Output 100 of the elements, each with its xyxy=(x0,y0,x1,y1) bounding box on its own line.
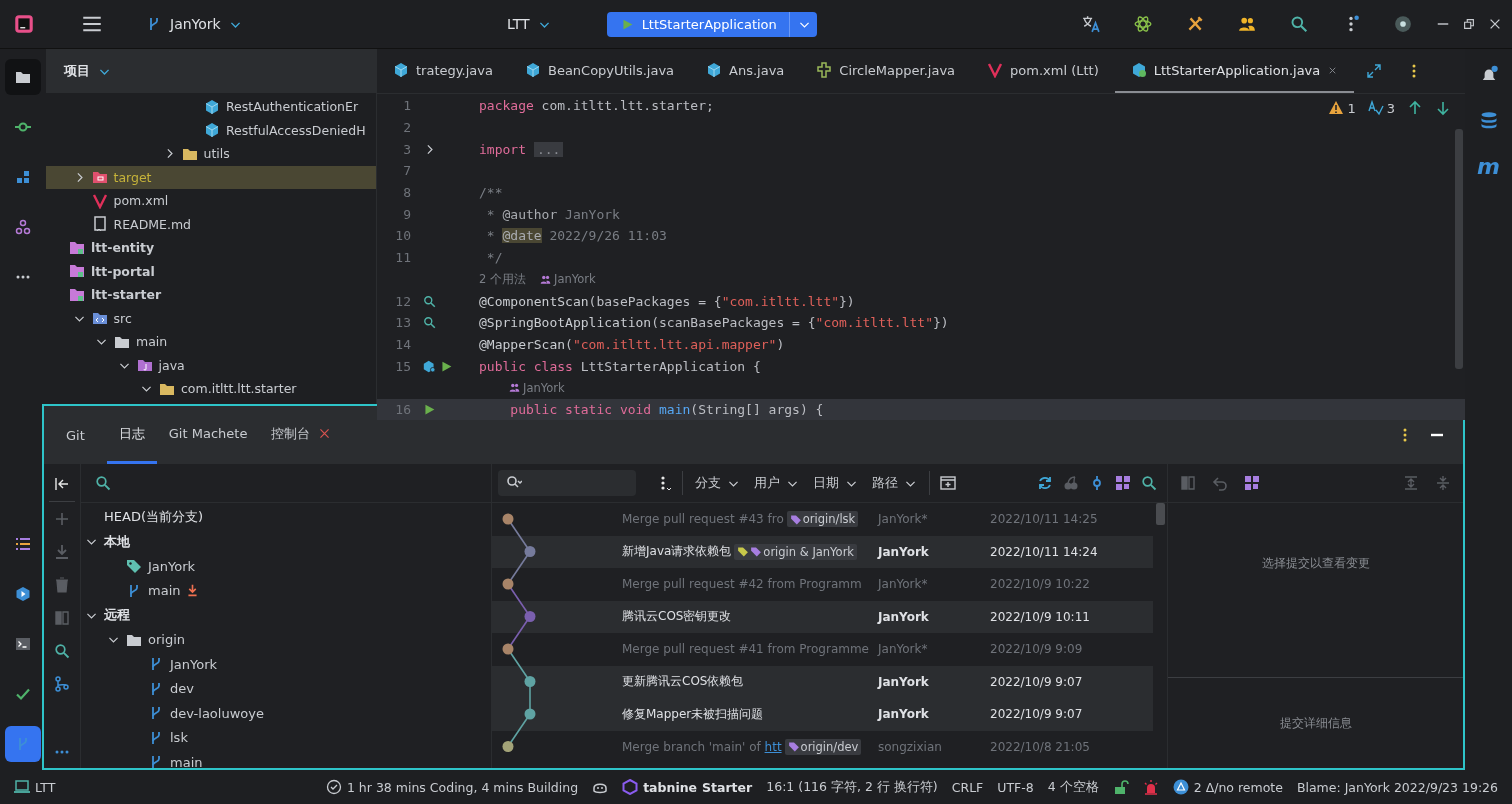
compare-icon[interactable] xyxy=(1180,475,1196,491)
tree-item[interactable]: pom.xml xyxy=(46,189,376,213)
refresh-icon[interactable] xyxy=(1037,475,1053,491)
file-encoding[interactable]: UTF-8 xyxy=(997,779,1034,795)
download-icon[interactable] xyxy=(54,544,70,560)
commit-row[interactable]: Merge pull request #42 from Programm JanYork* 2022/10/9 10:22 xyxy=(492,568,1153,601)
tree-item[interactable]: ltt-starter xyxy=(46,283,376,307)
expand-all-icon[interactable] xyxy=(1403,475,1419,491)
restore-icon[interactable] xyxy=(1462,17,1476,31)
compare-icon[interactable] xyxy=(54,610,70,626)
commit-row[interactable]: Merge branch 'main' of htt origin/dev songzixian 2022/10/8 21:05 xyxy=(492,730,1153,763)
typo-count[interactable]: 3 xyxy=(1367,100,1395,116)
branch-tree-item[interactable]: JanYork xyxy=(81,554,491,579)
tree-item[interactable]: main xyxy=(46,330,376,354)
tree-item[interactable]: RestAuthenticationEr xyxy=(46,95,376,119)
author-hint[interactable]: JanYork xyxy=(509,380,565,395)
grid-icon[interactable] xyxy=(1115,475,1131,491)
commit-node[interactable] xyxy=(524,546,536,557)
search-icon[interactable] xyxy=(423,294,436,308)
usages-hint[interactable]: 2 个用法 xyxy=(479,271,526,287)
commit-node[interactable] xyxy=(502,578,514,590)
branch-tree-item[interactable]: lsk xyxy=(81,725,491,750)
time-tracking[interactable]: 1 hr 38 mins Coding, 4 mins Building xyxy=(325,779,579,795)
line-separator[interactable]: CRLF xyxy=(951,779,984,795)
arrow-down-icon[interactable] xyxy=(1435,100,1451,116)
link[interactable]: htt xyxy=(764,739,782,754)
editor-tab[interactable]: CircleMapper.java xyxy=(800,49,972,93)
branch-tree-item[interactable]: origin xyxy=(81,627,491,652)
commit-row[interactable]: Merge pull request #43 fro origin/lsk JanYork* 2022/10/11 14:25 xyxy=(492,503,1153,536)
branch-tree-item[interactable]: 远程 xyxy=(81,603,491,628)
maven-button[interactable]: m xyxy=(1477,157,1500,177)
commit-row[interactable]: 新增Java请求依赖包 origin & JanYork JanYork 2022/10/11 14:24 xyxy=(492,535,1153,568)
indent-setting[interactable]: 4 个空格 xyxy=(1047,778,1099,796)
search-icon[interactable] xyxy=(1290,15,1308,33)
cherry-icon[interactable] xyxy=(1063,475,1079,491)
commit-row[interactable]: 更新腾讯云COS依赖包 JanYork 2022/10/9 9:07 xyxy=(492,665,1153,698)
branch-selector[interactable]: JanYork xyxy=(140,12,248,36)
project-indicator[interactable]: LTT xyxy=(14,779,56,795)
arrow-up-icon[interactable] xyxy=(1407,100,1423,116)
git-tab[interactable]: Git Machete xyxy=(156,406,260,464)
commit-node[interactable] xyxy=(524,676,536,687)
editor-tab[interactable]: Ans.java xyxy=(690,49,801,93)
close-icon[interactable] xyxy=(1488,17,1502,31)
tool-window-button[interactable] xyxy=(5,59,41,95)
filter-dropdown[interactable]: 日期 xyxy=(811,472,860,494)
run-icon[interactable] xyxy=(423,402,436,416)
branch-tree-item[interactable]: main xyxy=(81,578,491,603)
atom-icon[interactable] xyxy=(1134,15,1152,33)
cursor-position[interactable]: 16:1 (116 字符, 2 行 换行符) xyxy=(766,778,938,796)
editor-tab[interactable]: BeanCopyUtils.java xyxy=(508,49,691,93)
tree-item[interactable]: utils xyxy=(46,142,376,166)
branch-tree-item[interactable]: main xyxy=(81,750,491,775)
tools-icon[interactable] xyxy=(1186,15,1204,33)
editor-tab[interactable]: pom.xml (Ltt) xyxy=(971,49,1115,93)
tree-item[interactable]: RestfulAccessDeniedH xyxy=(46,118,376,142)
branch-tree-item[interactable]: HEAD(当前分支) xyxy=(81,505,491,530)
scrollbar-thumb[interactable] xyxy=(1455,129,1463,369)
tree-item[interactable]: target xyxy=(46,165,376,189)
unlock-icon[interactable] xyxy=(1112,779,1129,795)
translate-icon[interactable] xyxy=(1082,15,1100,33)
editor-tab[interactable]: trategy.java xyxy=(377,49,509,93)
record-icon[interactable] xyxy=(1394,15,1412,33)
alarm-icon[interactable] xyxy=(1142,779,1159,795)
run-configuration-button[interactable]: LttStarterApplication xyxy=(606,11,817,37)
tree-item[interactable]: ltt-portal xyxy=(46,259,376,283)
editor-tab[interactable]: LttStarterApplication.java xyxy=(1114,49,1355,93)
project-selector[interactable]: LTT xyxy=(500,12,557,36)
commit-node[interactable] xyxy=(502,741,514,752)
vcs-status[interactable]: 2 Δ/no remote xyxy=(1172,779,1283,795)
run-icon[interactable] xyxy=(440,359,453,373)
branch-graph-icon[interactable] xyxy=(54,676,70,692)
filter-dropdown[interactable]: 分支 xyxy=(693,472,742,494)
tree-item[interactable]: java xyxy=(46,353,376,377)
filter-dropdown[interactable]: 路径 xyxy=(870,472,919,494)
project-view-selector[interactable]: 项目 xyxy=(58,58,117,84)
search-icon[interactable] xyxy=(54,643,70,659)
grid-icon[interactable] xyxy=(1244,475,1260,491)
commit-row[interactable]: 腾讯云COS密钥更改 JanYork 2022/10/9 10:11 xyxy=(492,600,1153,633)
tree-item[interactable]: com.itltt.ltt.starter xyxy=(46,377,376,401)
log-search-field[interactable] xyxy=(498,470,636,496)
warning-count[interactable]: 1 xyxy=(1328,100,1356,116)
commit-node[interactable] xyxy=(502,643,514,655)
maximize-icon[interactable] xyxy=(1366,63,1383,79)
tree-item[interactable]: ltt-entity xyxy=(46,236,376,260)
scrollbar-thumb[interactable] xyxy=(1156,503,1165,525)
branch-tree-item[interactable]: dev xyxy=(81,676,491,701)
app-logo-icon[interactable] xyxy=(14,14,34,34)
search-icon[interactable] xyxy=(1141,475,1157,491)
commit-node[interactable] xyxy=(524,708,536,720)
filter-dropdown[interactable]: 用户 xyxy=(752,472,801,494)
collapse-panel-icon[interactable] xyxy=(54,476,70,492)
commit-row[interactable]: 修复Mapper未被扫描问题 JanYork 2022/10/9 9:07 xyxy=(492,698,1153,731)
tree-item[interactable]: src xyxy=(46,306,376,330)
tabnine-status[interactable]: tabnine Starter xyxy=(622,779,753,795)
git-tab[interactable]: 控制台 xyxy=(259,406,344,464)
new-tab-icon[interactable] xyxy=(940,475,956,491)
branch-tree-item[interactable]: JanYork xyxy=(81,652,491,677)
commit-row[interactable]: Merge pull request #41 from Programme JanYork* 2022/10/9 9:09 xyxy=(492,633,1153,666)
branch-tree-item[interactable]: dev-laoluwoye xyxy=(81,701,491,726)
author-hint[interactable]: JanYork xyxy=(540,272,596,287)
